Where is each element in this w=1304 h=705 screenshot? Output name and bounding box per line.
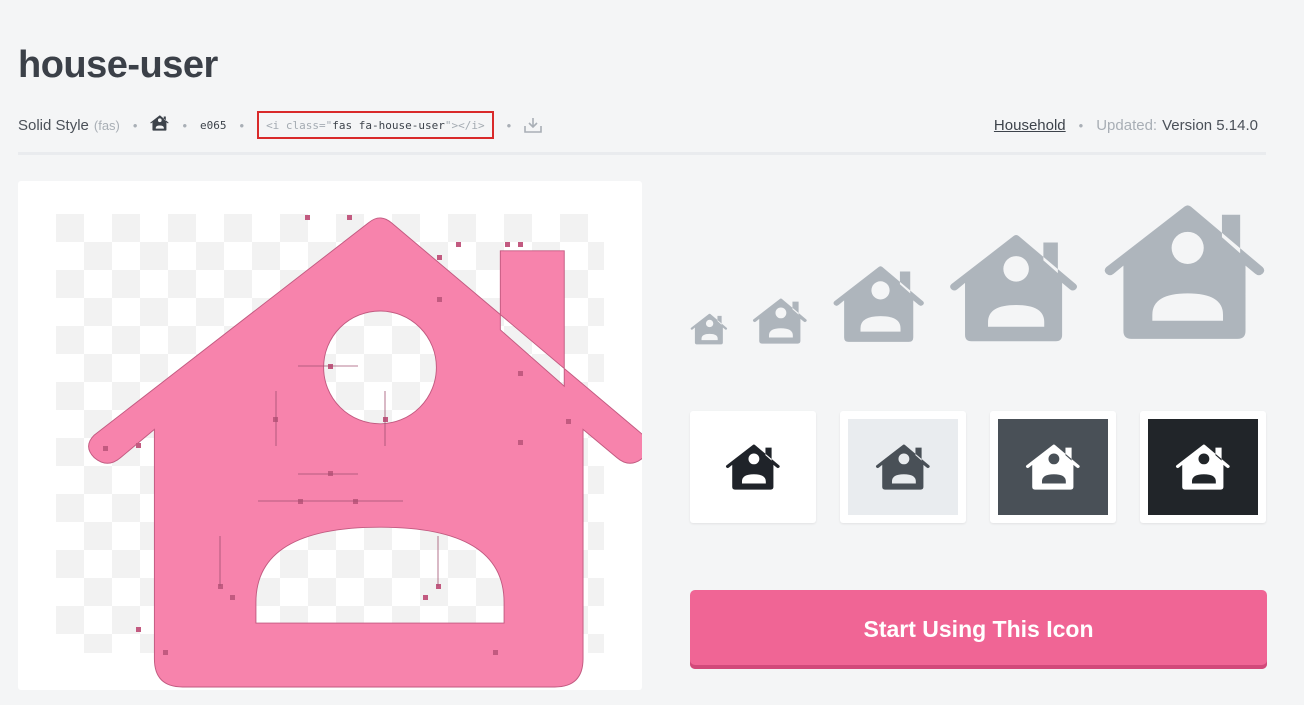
house-user-icon <box>150 115 170 135</box>
unicode-value[interactable]: e065 <box>200 119 227 132</box>
download-icon[interactable] <box>524 117 543 133</box>
style-label: Solid Style <box>18 116 89 134</box>
separator-dot: • <box>182 117 187 133</box>
house-user-icon <box>875 444 930 490</box>
icon-size-previews <box>688 195 1268 350</box>
house-user-icon <box>752 298 807 344</box>
house-user-icon <box>1025 444 1080 490</box>
house-user-icon <box>950 234 1078 342</box>
separator-dot: • <box>239 117 245 133</box>
swatch-light[interactable] <box>840 411 966 523</box>
updated-label: Updated: <box>1096 116 1158 134</box>
swatch-inner <box>1148 419 1258 515</box>
house-user-icon <box>1175 444 1230 490</box>
version-label: Version 5.14.0 <box>1162 116 1258 134</box>
swatch-inner <box>998 419 1108 515</box>
house-user-icon <box>725 444 780 490</box>
house-user-icon <box>56 214 650 688</box>
swatch-black[interactable] <box>1140 411 1266 523</box>
html-snippet[interactable]: <i class=" fas fa-house-user "></i> <box>257 111 494 139</box>
page-title: house-user <box>18 44 218 86</box>
start-using-icon-button[interactable]: Start Using This Icon <box>690 590 1267 669</box>
divider <box>18 152 1266 155</box>
swatch-inner <box>698 419 808 515</box>
icon-meta-bar: Solid Style (fas) • • e065 • <i class=" f… <box>18 111 543 139</box>
swatch-white[interactable] <box>690 411 816 523</box>
category-link[interactable]: Household <box>994 117 1066 134</box>
swatch-dark[interactable] <box>990 411 1116 523</box>
house-user-icon <box>690 313 728 345</box>
snippet-close: "></i> <box>444 118 485 132</box>
house-user-icon <box>1104 205 1265 339</box>
separator-dot: • <box>132 117 138 133</box>
separator-dot: • <box>506 117 512 133</box>
icon-meta-right: Household • Updated: Version 5.14.0 <box>994 112 1258 138</box>
style-abbr: (fas) <box>93 117 120 133</box>
house-user-icon <box>833 266 924 342</box>
icon-preview-canvas <box>18 181 650 690</box>
separator-dot: • <box>1078 117 1084 133</box>
snippet-class: fas fa-house-user <box>332 118 445 132</box>
swatch-inner <box>848 419 958 515</box>
snippet-open: <i class=" <box>266 118 333 132</box>
